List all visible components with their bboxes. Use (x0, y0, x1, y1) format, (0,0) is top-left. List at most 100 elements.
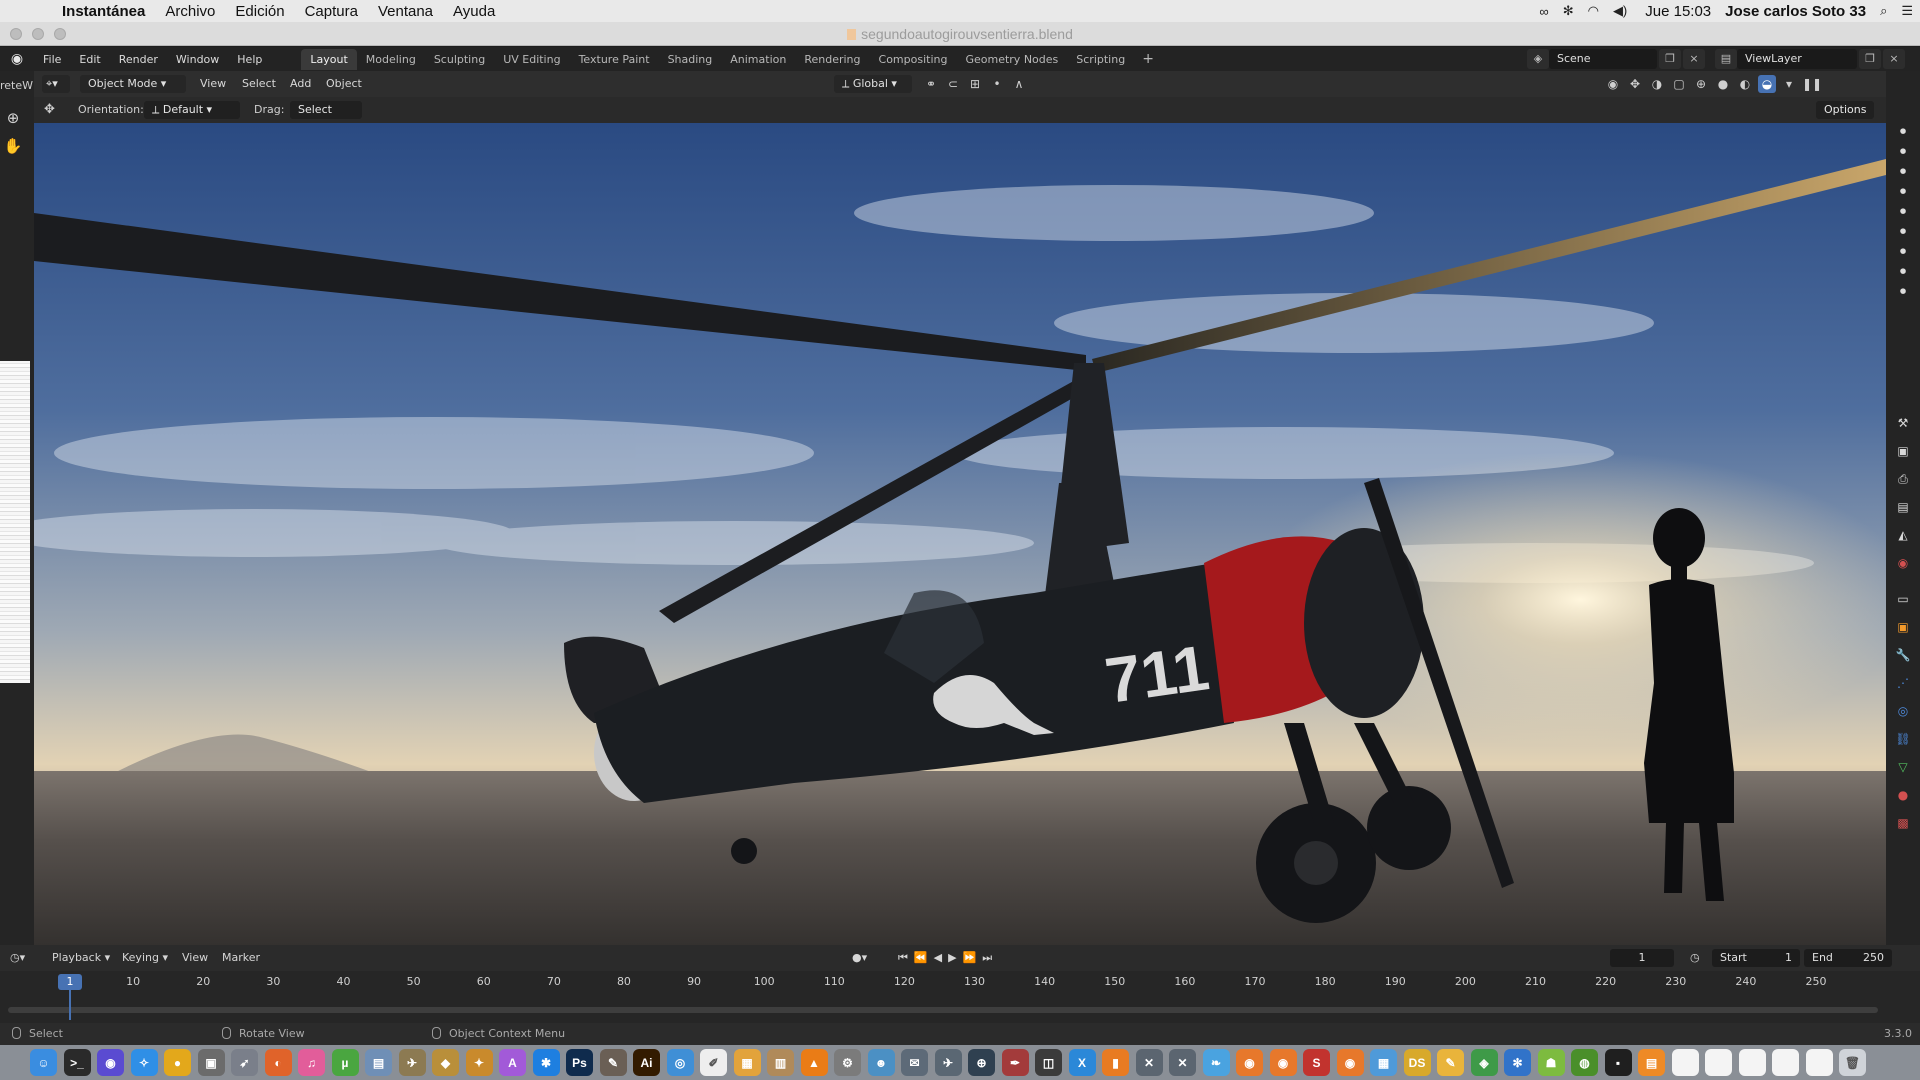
dock-document-1-icon[interactable] (1671, 1049, 1699, 1076)
dock-launchpad-icon[interactable]: ➶ (231, 1049, 258, 1076)
dock-figure-2-icon[interactable]: ✕ (1169, 1049, 1196, 1076)
next-keyframe-icon[interactable]: ⏩ (963, 951, 983, 964)
dock-terminal-2-icon[interactable]: ▪ (1604, 1049, 1632, 1076)
pivot-point-icon[interactable]: ⚭ (922, 75, 940, 93)
menu-edicion[interactable]: Edición (225, 3, 294, 20)
menu-ayuda[interactable]: Ayuda (443, 3, 505, 20)
scene-name-field[interactable]: Scene (1549, 49, 1657, 69)
wifi-icon[interactable]: ◠ (1581, 3, 1606, 19)
menu-edit[interactable]: Edit (70, 53, 109, 66)
dock-xcode-icon[interactable]: X (1068, 1049, 1096, 1076)
playhead[interactable] (69, 990, 71, 1020)
menu-timeline-view[interactable]: View (182, 949, 208, 967)
menu-add[interactable]: Add (290, 75, 311, 93)
menubar-user[interactable]: Jose carlos Soto 33 (1718, 3, 1873, 20)
dock-downloads-icon[interactable]: ▤ (1638, 1049, 1665, 1076)
timeline-editor-icon[interactable]: ◷▾ (10, 949, 25, 967)
camera-icon[interactable]: ⏺ (1895, 163, 1911, 179)
orientation-dropdown[interactable]: ⟂ Default ▾ (144, 101, 240, 119)
current-frame-indicator[interactable]: 1 (58, 974, 82, 990)
dock-screenflow-icon[interactable]: ◫ (1035, 1049, 1062, 1076)
dock-android-icon[interactable]: ☗ (1537, 1049, 1565, 1076)
dock-terminal-icon[interactable]: >_ (63, 1049, 91, 1076)
dock-blender-3-icon[interactable]: ◉ (1336, 1049, 1364, 1076)
camera-icon[interactable]: ⏺ (1895, 123, 1911, 139)
dock-maps-icon[interactable]: ◈ (1470, 1049, 1498, 1076)
view-layer-icon[interactable]: ▤ (1895, 499, 1911, 515)
dock-bluetooth-icon[interactable]: ✻ (1504, 1049, 1531, 1076)
dock-vlc-icon[interactable]: ▲ (800, 1049, 828, 1076)
shading-options-icon[interactable]: ▾ (1780, 75, 1798, 93)
menubar-clock[interactable]: Jue 15:03 (1638, 3, 1718, 20)
hand-pan-icon[interactable]: ✋ (2, 135, 24, 157)
move-tool-icon[interactable]: ✥ (44, 101, 55, 119)
view-layer-browse-icon[interactable]: ▤ (1715, 49, 1737, 69)
tool-settings-icon[interactable]: ⚒ (1895, 415, 1911, 431)
material-shading-icon[interactable]: ◐ (1736, 75, 1754, 93)
prev-keyframe-icon[interactable]: ⏪ (914, 951, 934, 964)
start-frame-field[interactable]: Start 1 (1712, 949, 1800, 967)
dock-utorrent-icon[interactable]: µ (331, 1049, 359, 1076)
tab-geometry-nodes[interactable]: Geometry Nodes (956, 49, 1067, 70)
dock-notes-icon[interactable]: ✎ (1437, 1049, 1464, 1076)
app-menu[interactable]: Instantánea (52, 3, 155, 20)
camera-icon[interactable]: ⏺ (1895, 203, 1911, 219)
modifier-icon[interactable]: 🔧 (1895, 647, 1911, 663)
spotlight-icon[interactable]: ⌕ (1873, 3, 1894, 19)
menu-render[interactable]: Render (110, 53, 167, 66)
material-properties-icon[interactable]: ● (1895, 787, 1911, 803)
creative-cloud-icon[interactable]: ∞ (1532, 4, 1555, 19)
viewport-render[interactable]: 711 (34, 123, 1886, 945)
output-properties-icon[interactable]: ⎙ (1895, 471, 1911, 487)
gizmo-icon[interactable]: ✥ (1626, 75, 1644, 93)
snap-toggle-icon[interactable]: ⊂ (944, 75, 962, 93)
texture-properties-icon[interactable]: ▩ (1895, 815, 1911, 831)
dock-geo-icon[interactable]: ◍ (1571, 1049, 1598, 1076)
rendered-shading-icon[interactable]: ◒ (1758, 75, 1776, 93)
play-icon[interactable]: ▶ (948, 951, 962, 964)
scene-properties-icon[interactable]: ◭ (1895, 527, 1911, 543)
transform-orientation-dropdown[interactable]: ⟂ Global ▾ (834, 75, 912, 93)
menu-window[interactable]: Window (167, 53, 228, 66)
jump-end-icon[interactable]: ⏭ (982, 951, 998, 964)
menu-select[interactable]: Select (242, 75, 276, 93)
dock-illustrator-icon[interactable]: Ai (633, 1049, 660, 1076)
dock-photoshop-icon[interactable]: Ps (566, 1049, 593, 1076)
dock-photos-app-icon[interactable]: ✈ (398, 1049, 426, 1076)
view-layer-field[interactable]: ViewLayer (1737, 49, 1857, 69)
delete-scene-icon[interactable]: × (1683, 49, 1705, 69)
dock-firefox-icon[interactable]: ◐ (264, 1049, 292, 1076)
overlays-icon[interactable]: ◑ (1648, 75, 1666, 93)
left-editor-tab[interactable]: reteW (0, 79, 34, 92)
dock-document-4-icon[interactable] (1772, 1049, 1799, 1076)
dock-blender-1-icon[interactable]: ◉ (1236, 1049, 1263, 1076)
tab-animation[interactable]: Animation (721, 49, 795, 70)
dock-app-store-icon[interactable]: ✱ (532, 1049, 560, 1076)
dock-gimp-icon[interactable]: ✎ (599, 1049, 627, 1076)
timeline-scrollbar[interactable] (8, 1007, 1878, 1013)
dock-finder-icon[interactable]: ☺ (30, 1049, 57, 1076)
preview-range-icon[interactable]: ◷ (1690, 949, 1700, 967)
camera-icon[interactable]: ⏺ (1895, 263, 1911, 279)
visibility-icon[interactable]: ◉ (1604, 75, 1622, 93)
dock-jet-icon[interactable]: ✈ (934, 1049, 962, 1076)
dock-image-capture-icon[interactable]: ▣ (197, 1049, 225, 1076)
new-scene-icon[interactable]: ❐ (1659, 49, 1681, 69)
pause-render-icon[interactable]: ❚❚ (1802, 75, 1822, 93)
tab-compositing[interactable]: Compositing (870, 49, 957, 70)
play-reverse-icon[interactable]: ◀ (934, 951, 948, 964)
data-properties-icon[interactable]: ▽ (1895, 759, 1911, 775)
dock-chrome-icon[interactable]: ● (164, 1049, 191, 1076)
record-keyframe-icon[interactable]: ●▾ (852, 949, 867, 967)
tab-scripting[interactable]: Scripting (1067, 49, 1134, 70)
timeline-ruler[interactable]: 1 10 20 30 40 50 60 70 80 90 100 110 120 130 140 150 160… (0, 971, 1920, 1023)
scene-browse-icon[interactable]: ◈ (1527, 49, 1549, 69)
notification-center-icon[interactable]: ☰ (1894, 3, 1920, 19)
dock-document-2-icon[interactable] (1705, 1049, 1732, 1076)
camera-icon[interactable]: ⏺ (1895, 243, 1911, 259)
end-frame-field[interactable]: End 250 (1804, 949, 1892, 967)
dock-sketchup-icon[interactable]: ◆ (432, 1049, 459, 1076)
menu-playback[interactable]: Playback ▾ (52, 949, 110, 967)
dock-safari-icon[interactable]: ✧ (130, 1049, 158, 1076)
object-properties-icon[interactable]: ▣ (1895, 619, 1911, 635)
